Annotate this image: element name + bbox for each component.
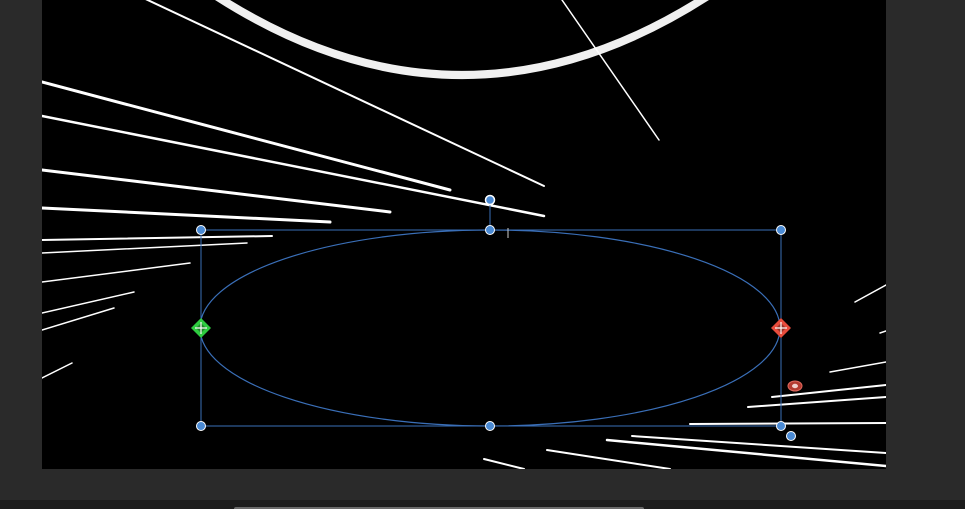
green-start-point-icon[interactable] [191, 318, 211, 338]
resize-handle-top-right[interactable] [776, 225, 786, 235]
speed-line[interactable] [689, 422, 886, 425]
speed-line[interactable] [42, 235, 273, 241]
speed-line[interactable] [42, 362, 73, 379]
speed-line[interactable] [854, 284, 886, 303]
canvas[interactable] [42, 0, 886, 469]
speed-line[interactable] [879, 330, 886, 334]
speed-line[interactable] [42, 168, 392, 214]
editor-window [0, 0, 965, 509]
selection-bounding-box [200, 229, 782, 427]
speed-line[interactable] [137, 0, 545, 187]
speed-lines [42, 0, 886, 469]
rotation-handle[interactable] [484, 194, 496, 206]
resize-handle-bottom-center[interactable] [485, 421, 495, 431]
speed-line[interactable] [829, 361, 886, 373]
speed-line[interactable] [42, 262, 191, 283]
resize-handle-bottom-left[interactable] [196, 421, 206, 431]
speed-line[interactable] [42, 242, 248, 254]
corner-radius-handle[interactable] [786, 431, 796, 441]
canvas-viewport[interactable] [0, 0, 965, 500]
resize-handle-top-left[interactable] [196, 225, 206, 235]
speed-line[interactable] [631, 435, 886, 454]
red-end-point-icon[interactable] [771, 318, 791, 338]
speed-line[interactable] [483, 458, 525, 469]
speed-line[interactable] [42, 80, 452, 192]
speed-line[interactable] [42, 206, 332, 224]
canvas-artwork [42, 0, 886, 469]
speed-line[interactable] [42, 291, 135, 314]
speed-line[interactable] [747, 396, 886, 408]
speed-line[interactable] [561, 0, 660, 141]
red-eye-point-icon[interactable] [787, 380, 803, 392]
resize-handle-bottom-right[interactable] [776, 421, 786, 431]
resize-handle-top-center[interactable] [485, 225, 495, 235]
speed-line[interactable] [546, 449, 671, 469]
selected-ellipse[interactable] [199, 229, 781, 427]
